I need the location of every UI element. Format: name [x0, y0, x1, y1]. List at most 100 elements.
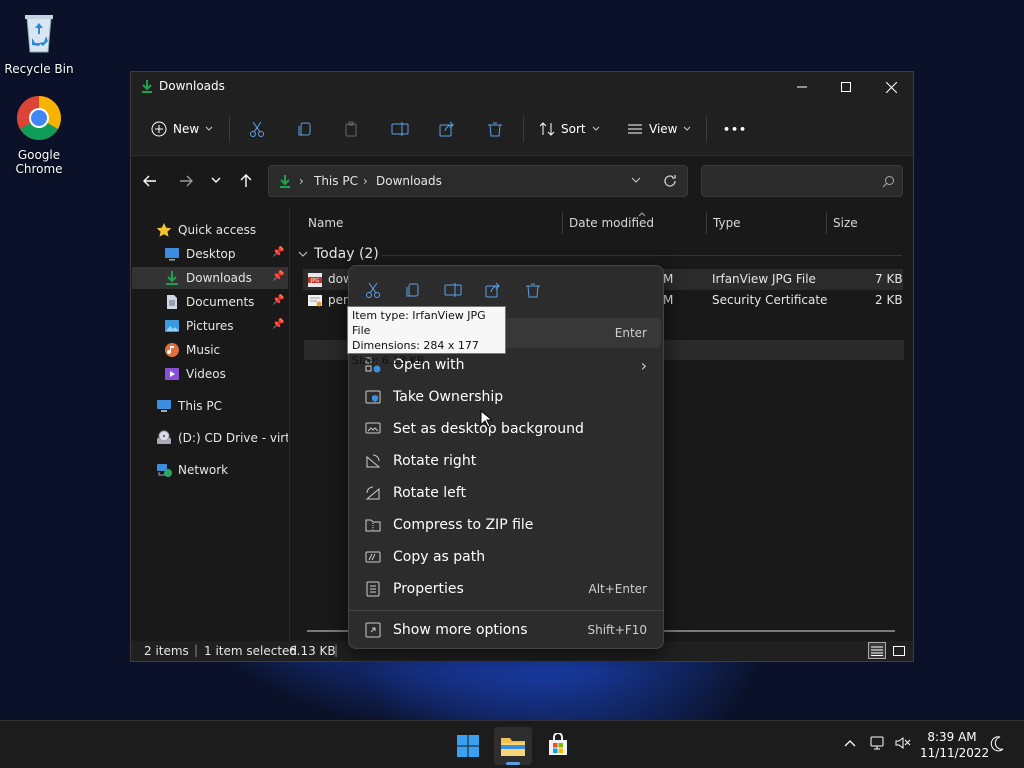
menu-item-set-desktop-background[interactable]: Set as desktop background: [351, 414, 661, 444]
desktop-icon-chrome[interactable]: Google Chrome: [4, 94, 74, 176]
sidebar-item-this-pc[interactable]: This PC: [156, 395, 286, 417]
address-bar[interactable]: › This PC › Downloads: [268, 165, 688, 197]
divider: |: [194, 643, 199, 657]
divider: [523, 116, 524, 142]
cut-button[interactable]: [249, 114, 265, 144]
divider: [706, 116, 707, 142]
column-header-type[interactable]: Type: [713, 216, 741, 230]
menu-item-take-ownership[interactable]: Take Ownership: [351, 382, 661, 412]
download-icon: [166, 271, 178, 285]
context-copy-button[interactable]: [401, 278, 425, 302]
menu-item-show-more-options[interactable]: Show more options Shift+F10: [351, 615, 661, 645]
breadcrumb-this-pc[interactable]: This PC: [314, 174, 358, 188]
status-item-count: 2 items: [144, 644, 189, 658]
context-cut-button[interactable]: [361, 278, 385, 302]
column-header-date[interactable]: Date modified: [569, 216, 654, 230]
new-button[interactable]: New: [151, 114, 213, 144]
recent-locations-button[interactable]: [211, 177, 221, 184]
divider: [229, 116, 230, 142]
refresh-button[interactable]: [663, 174, 677, 188]
back-button[interactable]: [143, 174, 157, 188]
focus-assist-button[interactable]: [990, 736, 1004, 752]
zip-folder-icon: [365, 519, 381, 532]
trash-icon: [488, 122, 502, 137]
share-button[interactable]: [439, 114, 455, 144]
rename-icon: [391, 122, 409, 136]
divider: |: [334, 643, 339, 657]
copy-button[interactable]: [297, 114, 313, 144]
sidebar-item-network[interactable]: Network: [156, 459, 286, 481]
file-size: 2 KB: [875, 293, 903, 307]
file-size: 7 KB: [875, 272, 903, 286]
rotate-left-icon: [365, 486, 380, 500]
chrome-label: Google Chrome: [15, 148, 63, 176]
chevron-right-icon: ›: [640, 355, 647, 375]
desktop-background-icon: [365, 422, 381, 434]
taskbar-store[interactable]: [540, 727, 576, 763]
rename-button[interactable]: [391, 114, 409, 144]
volume-button[interactable]: [895, 736, 911, 750]
sidebar-item-pictures[interactable]: Pictures 📌: [164, 315, 286, 337]
breadcrumb-downloads[interactable]: Downloads: [376, 174, 442, 188]
window-title: Downloads: [159, 79, 225, 93]
paste-icon: [345, 121, 357, 137]
cd-drive-icon: [157, 430, 171, 444]
sidebar-item-quick-access[interactable]: Quick access: [156, 219, 286, 241]
music-icon: [165, 343, 179, 357]
sort-button[interactable]: Sort: [539, 114, 600, 144]
menu-item-properties[interactable]: Properties Alt+Enter: [351, 574, 661, 604]
clock[interactable]: 8:39 AM 11/11/2022: [920, 729, 990, 761]
context-share-button[interactable]: [481, 278, 505, 302]
search-input[interactable]: [701, 165, 903, 197]
menu-shortcut: Enter: [614, 326, 647, 340]
close-button[interactable]: [868, 72, 914, 102]
more-options-button[interactable]: •••: [723, 114, 747, 144]
view-button[interactable]: View: [627, 114, 691, 144]
address-dropdown-button[interactable]: [631, 177, 641, 184]
details-view-icon: [871, 646, 883, 656]
sidebar-item-cd-drive[interactable]: (D:) CD Drive - virtio-: [156, 427, 288, 449]
column-header-name[interactable]: Name: [308, 216, 343, 230]
context-delete-button[interactable]: [521, 278, 545, 302]
clock-date: 11/11/2022: [920, 746, 990, 760]
title-bar[interactable]: Downloads: [131, 72, 913, 102]
scissors-icon: [250, 121, 264, 137]
sort-icon: [539, 122, 555, 136]
videos-icon: [165, 368, 179, 380]
sidebar-item-documents[interactable]: Documents 📌: [164, 291, 286, 313]
menu-item-compress-zip[interactable]: Compress to ZIP file: [351, 510, 661, 540]
view-list-icon: [628, 124, 642, 134]
desktop-icon-recycle-bin[interactable]: Recycle Bin: [4, 8, 74, 76]
menu-divider: [349, 610, 663, 611]
sidebar-item-desktop[interactable]: Desktop 📌: [164, 243, 286, 265]
menu-item-copy-as-path[interactable]: Copy as path: [351, 542, 661, 572]
menu-item-rotate-right[interactable]: Rotate right: [351, 446, 661, 476]
delete-button[interactable]: [487, 114, 503, 144]
paste-button[interactable]: [343, 114, 359, 144]
network-wired-icon: [870, 736, 884, 750]
chevron-down-icon: [298, 251, 308, 257]
sidebar-item-videos[interactable]: Videos: [164, 363, 286, 385]
minimize-button[interactable]: [779, 72, 825, 102]
show-hidden-icons-button[interactable]: [844, 739, 856, 747]
large-icons-view-button[interactable]: [891, 643, 907, 658]
context-rename-button[interactable]: [441, 278, 465, 302]
divider: [706, 212, 707, 234]
file-tooltip: Item type: IrfanView JPG File Dimensions…: [347, 306, 506, 367]
scissors-icon: [366, 282, 380, 298]
up-button[interactable]: [239, 174, 253, 188]
taskbar-file-explorer[interactable]: [494, 727, 532, 765]
sidebar-item-downloads[interactable]: Downloads 📌: [132, 267, 288, 289]
maximize-button[interactable]: [823, 72, 869, 102]
moon-icon: [990, 736, 1004, 752]
column-header-size[interactable]: Size: [833, 216, 858, 230]
tooltip-dimensions: Dimensions: 284 x 177: [352, 339, 479, 352]
group-header-today[interactable]: Today (2): [298, 246, 379, 262]
details-view-button[interactable]: [868, 642, 886, 659]
menu-item-rotate-left[interactable]: Rotate left: [351, 478, 661, 508]
sidebar-item-music[interactable]: Music: [164, 339, 286, 361]
forward-button[interactable]: [179, 174, 193, 188]
start-button[interactable]: [452, 731, 484, 761]
network-status-button[interactable]: [870, 736, 886, 750]
copy-icon: [406, 283, 419, 297]
